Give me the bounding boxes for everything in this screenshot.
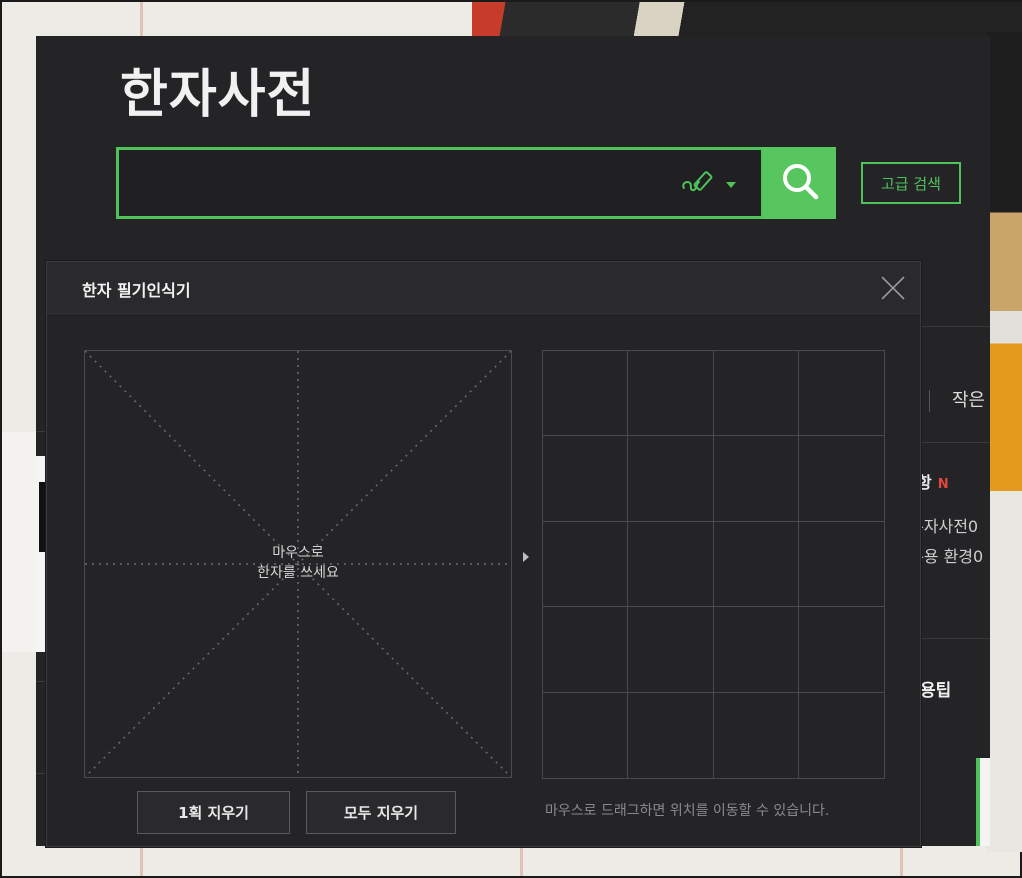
close-icon	[877, 276, 909, 308]
partial-banner-left	[36, 456, 46, 652]
candidate-cell[interactable]	[628, 692, 714, 778]
candidate-cell[interactable]	[713, 607, 799, 693]
divider	[36, 773, 46, 774]
candidate-grid	[542, 350, 885, 779]
candidate-cell[interactable]	[798, 522, 884, 608]
undo-stroke-button[interactable]: 1획 지우기	[137, 791, 290, 834]
search-button[interactable]	[763, 147, 836, 219]
candidate-cell[interactable]	[798, 607, 884, 693]
arrow-right-icon	[523, 552, 529, 562]
candidate-cell[interactable]	[543, 692, 629, 778]
candidate-cell[interactable]	[799, 693, 884, 778]
divider	[36, 681, 46, 682]
search-icon	[780, 161, 820, 205]
divider	[918, 326, 990, 327]
font-size-small-link[interactable]: 작은	[952, 386, 985, 412]
search-input[interactable]	[119, 150, 659, 216]
partial-banner-right	[976, 758, 990, 846]
caret-down-icon	[725, 174, 737, 193]
popup-title: 한자 필기인식기	[82, 281, 191, 300]
search-bar	[116, 147, 764, 219]
candidate-cell[interactable]	[798, 351, 884, 437]
canvas-hint-line: 마우스로	[272, 545, 324, 561]
notice-heading: 항N	[917, 469, 949, 493]
canvas-hint-line: 한자를 쓰세요	[257, 565, 339, 581]
page-title: 한자사전	[120, 65, 316, 125]
notice-item[interactable]: -자사전0	[918, 513, 978, 537]
candidate-cell[interactable]	[628, 351, 714, 437]
drag-hint: 마우스로 드래그하면 위치를 이동할 수 있습니다.	[545, 803, 830, 819]
candidate-cell[interactable]	[713, 436, 799, 522]
popup-header: 한자 필기인식기	[47, 262, 920, 314]
handwrite-icon	[681, 166, 717, 200]
notice-item[interactable]: -용 환경0	[918, 543, 983, 567]
background-strip-left	[2, 432, 38, 652]
handwrite-toggle[interactable]	[681, 168, 751, 198]
divider	[36, 431, 46, 432]
candidate-cell[interactable]	[798, 436, 884, 522]
candidate-cell[interactable]	[628, 436, 714, 522]
advanced-search-button[interactable]: 고급 검색	[861, 162, 961, 204]
close-button[interactable]	[877, 272, 909, 304]
candidate-cell[interactable]	[543, 436, 629, 522]
handwriting-recognizer-popup: 한자 필기인식기 마우스로 한자를 쓰세요 1획 지우기 모두 지우기 마우스로…	[46, 261, 921, 847]
candidate-cell[interactable]	[628, 521, 714, 608]
candidate-cell[interactable]	[713, 521, 799, 608]
handwriting-canvas[interactable]: 마우스로 한자를 쓰세요	[84, 350, 512, 778]
divider	[918, 442, 990, 443]
tip-heading: 용팁	[920, 681, 952, 701]
clear-all-button[interactable]: 모두 지우기	[306, 791, 456, 834]
divider	[929, 390, 930, 412]
candidate-cell[interactable]	[543, 521, 629, 608]
candidate-cell[interactable]	[628, 607, 714, 693]
background-objects-right	[986, 32, 1022, 852]
divider	[918, 638, 990, 639]
candidate-cell[interactable]	[543, 351, 629, 437]
candidate-cell[interactable]	[714, 692, 799, 778]
candidate-cell[interactable]	[543, 607, 629, 693]
candidate-cell[interactable]	[713, 351, 799, 437]
new-badge: N	[937, 477, 949, 492]
canvas-hint: 마우스로 한자를 쓰세요	[85, 543, 511, 583]
